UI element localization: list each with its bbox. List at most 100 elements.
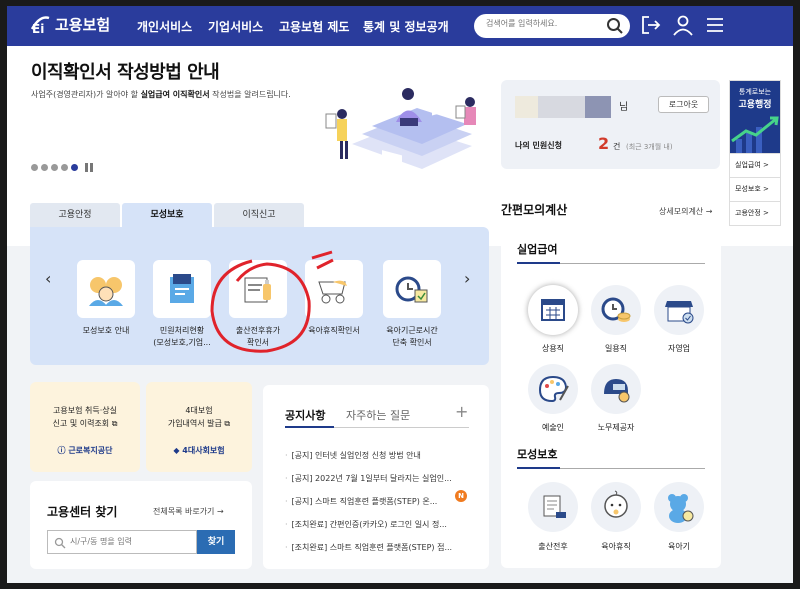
quick-link-org-name: 근로복지공단 bbox=[68, 446, 113, 455]
login-icon[interactable] bbox=[640, 14, 662, 36]
teddy-bear-icon bbox=[668, 494, 694, 523]
side-item-maternity[interactable]: 모성보호 > bbox=[730, 177, 780, 201]
calc-panel: 실업급여 상용직 일용직 자영업 예술인 노무제공자 모성보호 출산전후 육아휴… bbox=[501, 225, 721, 568]
detail-calc-link[interactable]: 상세모의계산 → bbox=[659, 206, 712, 217]
side-item-stability[interactable]: 고용안정 > bbox=[730, 201, 780, 225]
quick-link-insurance-history[interactable]: 고용보험 취득·상실 신고 및 이력조회 ⧉ ⓘ 근로복지공단 bbox=[30, 382, 140, 472]
nav-business[interactable]: 기업서비스 bbox=[208, 18, 263, 35]
brand-logo[interactable]: Ei 고용보험 bbox=[29, 13, 110, 35]
center-search-input[interactable] bbox=[70, 537, 190, 546]
palette-icon bbox=[538, 375, 569, 403]
quick-link-text: 고용보험 취득·상실 신고 및 이력조회 ⧉ bbox=[52, 406, 118, 428]
stats-banner[interactable]: 통계로보는 고용행정 bbox=[730, 81, 780, 153]
service-label: 육아기근로시간단축 확인서 bbox=[362, 325, 462, 349]
user-icon[interactable] bbox=[672, 14, 694, 36]
calc-labor-provider[interactable] bbox=[591, 364, 641, 414]
center-all-link[interactable]: 전체목록 바로가기 → bbox=[153, 506, 224, 517]
chart-growth-icon bbox=[731, 116, 779, 153]
service-label-text: 육아기근로시간 bbox=[386, 326, 438, 335]
banner-dot-active[interactable] bbox=[71, 164, 78, 171]
banner-dot[interactable] bbox=[61, 164, 68, 171]
browser-viewport: Ei 고용보험 개인서비스 기업서비스 고용보험 제도 통계 및 정보공개 이직… bbox=[7, 6, 793, 583]
center-search-box bbox=[47, 530, 197, 554]
tab-faq[interactable]: 자주하는 질문 bbox=[346, 407, 410, 423]
quick-link-insurance-certificate[interactable]: 4대보험 가입내역서 발급 ⧉ ◆ 4대사회보험 bbox=[146, 382, 252, 472]
calc-item-label: 노무제공자 bbox=[597, 423, 635, 432]
pause-button[interactable] bbox=[85, 163, 95, 172]
quick-link-line1: 4대보험 bbox=[185, 406, 213, 415]
section-underline bbox=[517, 467, 560, 469]
side-item-unemployment[interactable]: 실업급여 > bbox=[730, 153, 780, 177]
banner-dot[interactable] bbox=[41, 164, 48, 171]
quick-link-line2: 가입내역서 발급 bbox=[167, 419, 222, 428]
calc-item-label: 일용직 bbox=[604, 344, 628, 353]
detail-calc-link-text: 상세모의계산 bbox=[659, 207, 704, 216]
nav-personal[interactable]: 개인서비스 bbox=[137, 18, 192, 35]
service-card-maternity-guide[interactable] bbox=[77, 260, 135, 318]
calc-self-employed[interactable] bbox=[654, 285, 704, 335]
calc-childcare-period[interactable] bbox=[654, 482, 704, 532]
tab-maternity[interactable]: 모성보호 bbox=[122, 203, 212, 228]
section-underline bbox=[517, 262, 560, 264]
quick-link-line1: 고용보험 취득·상실 bbox=[53, 406, 117, 415]
center-search-button[interactable]: 찾기 bbox=[197, 530, 235, 554]
new-badge: N bbox=[455, 490, 467, 502]
notice-item[interactable]: [공지] 스마트 직업훈련 플랫폼(STEP) 온... bbox=[285, 496, 455, 507]
search-input[interactable] bbox=[486, 19, 601, 28]
search-icon[interactable] bbox=[606, 17, 624, 35]
store-icon bbox=[665, 301, 694, 324]
tab-notice[interactable]: 공지사항 bbox=[285, 407, 325, 423]
center-finder-title: 고용센터 찾기 bbox=[47, 505, 118, 519]
nav-statistics[interactable]: 통계 및 정보공개 bbox=[363, 18, 449, 35]
banner-illustration bbox=[325, 88, 476, 170]
clock-coins-icon bbox=[601, 297, 631, 322]
application-period: (최근 3개월 내) bbox=[626, 143, 673, 151]
search-icon bbox=[54, 537, 66, 549]
family-icon bbox=[89, 277, 123, 306]
application-count[interactable]: 2 bbox=[598, 134, 609, 153]
brand-name: 고용보험 bbox=[55, 15, 111, 34]
section-unemployment-title: 실업급여 bbox=[517, 243, 558, 256]
service-label-text-2: 단축 확인서 bbox=[392, 338, 432, 347]
banner-pagination bbox=[31, 163, 95, 172]
baby-icon bbox=[604, 490, 628, 518]
banner-dot[interactable] bbox=[31, 164, 38, 171]
notice-item[interactable]: [조치완료] 간편인증(카카오) 로그인 일시 정... bbox=[285, 519, 467, 530]
notice-item[interactable]: [공지] 인터넷 실업인정 신청 방법 안내 bbox=[285, 450, 467, 461]
quick-link-text: 4대보험 가입내역서 발급 ⧉ bbox=[167, 406, 231, 428]
stats-banner-line2: 고용행정 bbox=[738, 100, 772, 110]
logout-button[interactable]: 로그아웃 bbox=[658, 96, 709, 113]
center-all-link-text: 전체목록 바로가기 bbox=[153, 507, 215, 516]
calc-maternity-leave[interactable] bbox=[528, 482, 578, 532]
more-plus-icon[interactable]: + bbox=[455, 402, 468, 421]
prev-arrow-icon[interactable]: ‹ bbox=[45, 269, 51, 288]
subtitle-bold: 실업급여 이직확인서 bbox=[140, 90, 210, 99]
application-unit: 건 bbox=[613, 142, 621, 151]
notice-item[interactable]: [공지] 2022년 7월 1일부터 달라지는 실업인... bbox=[285, 473, 455, 484]
menu-icon[interactable] bbox=[704, 14, 726, 36]
next-arrow-icon[interactable]: › bbox=[464, 269, 470, 288]
tab-separation-report[interactable]: 이직신고 bbox=[214, 203, 304, 228]
my-applications-label[interactable]: 나의 민원신청 bbox=[515, 140, 562, 151]
search-box bbox=[474, 14, 630, 38]
quick-link-org: ◆ 4대사회보험 bbox=[173, 446, 225, 455]
calc-item-label: 예술인 bbox=[541, 423, 565, 432]
active-tab-underline bbox=[285, 426, 334, 428]
calc-regular-worker[interactable] bbox=[528, 285, 578, 335]
banner-subtitle: 사업주(경영관리자)가 알아야 할 실업급여 이직확인서 작성법을 알려드립니다… bbox=[31, 89, 291, 100]
notice-item[interactable]: [조치완료] 스마트 직업훈련 플랫폼(STEP) 접... bbox=[285, 542, 467, 553]
helmet-icon bbox=[604, 379, 630, 403]
calc-artist[interactable] bbox=[528, 364, 578, 414]
service-card-reduced-hours[interactable] bbox=[383, 260, 441, 318]
calc-daily-worker[interactable] bbox=[591, 285, 641, 335]
nav-system[interactable]: 고용보험 제도 bbox=[279, 18, 349, 35]
tab-employment-stability[interactable]: 고용안정 bbox=[30, 203, 120, 228]
side-quick-panel: 통계로보는 고용행정 실업급여 > 모성보호 > 고용안정 > bbox=[729, 80, 781, 226]
calc-item-label: 육아기 bbox=[667, 542, 691, 551]
banner-title[interactable]: 이직확인서 작성방법 안내 bbox=[31, 58, 220, 84]
calc-item-label: 자영업 bbox=[667, 344, 691, 353]
user-card: 님 로그아웃 나의 민원신청 2 건 (최근 3개월 내) bbox=[501, 80, 720, 169]
banner-dot[interactable] bbox=[51, 164, 58, 171]
calc-parental-leave[interactable] bbox=[591, 482, 641, 532]
avatar-blur bbox=[515, 96, 538, 118]
